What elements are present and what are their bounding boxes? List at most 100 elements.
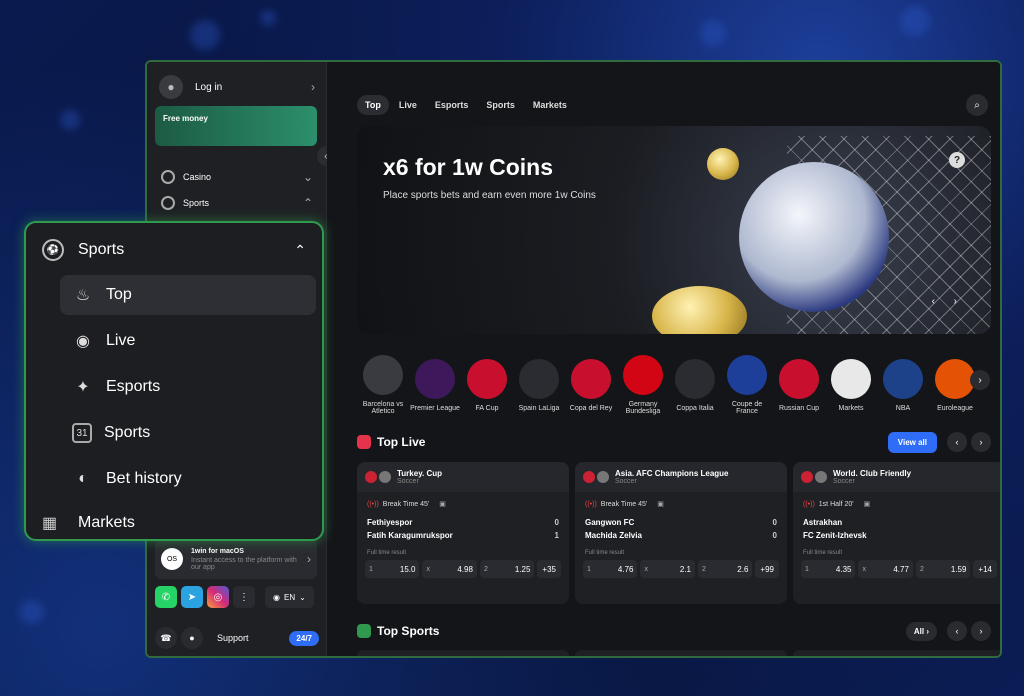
odds-button[interactable]: 2 2.6 (697, 560, 753, 578)
odds-value: 4.35 (835, 564, 852, 574)
language-select[interactable]: ◉ EN ⌄ (265, 586, 314, 608)
prev-button[interactable]: ‹ (947, 432, 967, 452)
menu-item-markets[interactable]: ▦ Markets (42, 513, 135, 533)
team-logo-icon (379, 471, 391, 483)
league-label: NBA (895, 404, 911, 412)
live-icon: ((•)) (585, 500, 597, 508)
live-match-card[interactable]: World. Club Friendly Soccer ((•)) 1st Half … (793, 462, 1000, 604)
odds-button[interactable]: 1 4.35 (801, 560, 856, 578)
chevron-down-icon: ⌄ (299, 592, 306, 602)
sports-menu-header[interactable]: ⚽ Sports ⌃ (42, 237, 306, 263)
prev-button[interactable]: ‹ (947, 621, 967, 641)
sidebar-item-sports[interactable]: Sports ⌃ (155, 191, 319, 215)
sidebar-item-casino[interactable]: Casino ⌄ (155, 165, 319, 189)
league-item[interactable]: FA Cup (461, 358, 513, 412)
tab-markets[interactable]: Markets (525, 95, 575, 115)
live-match-card[interactable]: Turkey. Cup Soccer ((•)) Break Time 45' ▣ Fet… (357, 462, 569, 604)
odds-value: 4.77 (893, 564, 909, 574)
league-logo-icon (571, 358, 611, 399)
odds-button[interactable]: 1 15.0 (365, 560, 420, 578)
odds-button[interactable]: 1 4.76 (583, 560, 638, 578)
markets-icon: ▦ (42, 515, 58, 532)
live-match-card[interactable]: Asia. AFC Champions League Soccer ((•)) Bre… (575, 462, 787, 604)
sidebar-item-label: Casino (183, 172, 212, 182)
search-icon: ⌕ (974, 99, 980, 111)
support-row[interactable]: ☎ ● Support 24/7 (155, 625, 319, 651)
coins-icon: ◐ (78, 470, 88, 487)
league-item[interactable]: Germany Bundesliga (617, 355, 669, 415)
free-money-banner[interactable]: Free money (155, 106, 317, 146)
sport-card[interactable] (357, 650, 569, 656)
league-label: FA Cup (475, 404, 499, 412)
odds-button[interactable]: 2 1.59 (915, 560, 971, 578)
view-all-button[interactable]: View all (887, 431, 937, 453)
chat-icon[interactable]: ● (181, 627, 203, 649)
league-item[interactable]: Spain LaLiga (513, 358, 565, 412)
league-name: World. Club Friendly (833, 469, 912, 478)
search-button[interactable]: ⌕ (966, 94, 988, 116)
league-carousel: Barcelona vs Atletico Premier League FA Cu… (357, 350, 997, 420)
league-item[interactable]: Copa del Rey (565, 358, 617, 412)
tab-esports[interactable]: Esports (427, 95, 477, 115)
fire-icon: ♨ (75, 287, 91, 304)
tab-sports[interactable]: Sports (478, 95, 523, 115)
sidebar-item-label: Sports (183, 198, 210, 208)
menu-item-live[interactable]: ◉ Live (60, 321, 316, 361)
sport-card[interactable] (575, 650, 787, 656)
more-markets-button[interactable]: +14 (973, 560, 997, 578)
next-button[interactable]: › (971, 621, 991, 641)
main-content: Top Live Esports Sports Markets ⌕ x6 for… (327, 62, 1000, 656)
banner-prev-icon[interactable]: ‹ (932, 296, 935, 307)
league-item[interactable]: Premier League (409, 358, 461, 412)
odds-value: 15.0 (399, 564, 416, 574)
all-button[interactable]: All › (905, 621, 937, 641)
odds-key: x (862, 565, 866, 573)
login-row[interactable]: ● Log in › (155, 72, 319, 102)
tab-live[interactable]: Live (391, 95, 425, 115)
macos-app-card[interactable]: OS 1win for macOS Instant access to the … (155, 539, 317, 579)
promo-banner[interactable]: x6 for 1w Coins Place sports bets and ea… (357, 126, 991, 334)
banner-next-icon[interactable]: › (954, 296, 957, 307)
sport-card[interactable] (793, 650, 1000, 656)
league-item[interactable]: Coppa Italia (669, 358, 721, 412)
odds-key: 1 (805, 565, 809, 573)
league-item[interactable]: Markets (825, 358, 877, 412)
macos-title: 1win for macOS (191, 547, 244, 555)
carousel-next-button[interactable]: › (970, 370, 990, 390)
whatsapp-icon[interactable]: ✆ (155, 586, 177, 608)
all-label: All (913, 626, 925, 636)
league-item[interactable]: Russian Cup (773, 358, 825, 412)
team-name: Machida Zelvia (585, 531, 642, 540)
team-score: 0 (772, 531, 777, 540)
odds-value: 2.6 (737, 564, 749, 574)
chevron-up-icon: ⌃ (294, 241, 306, 258)
tab-top[interactable]: Top (357, 95, 389, 115)
team-logo-icon (583, 471, 595, 483)
next-button[interactable]: › (971, 432, 991, 452)
team-name: Fatih Karagumrukspor (367, 531, 453, 540)
free-money-label: Free money (163, 114, 208, 123)
gamepad-icon: ✦ (76, 379, 90, 396)
odds-button[interactable]: x 2.1 (640, 560, 695, 578)
banner-subtitle: Place sports bets and earn even more 1w … (383, 190, 596, 201)
telegram-icon[interactable]: ➤ (181, 586, 203, 608)
menu-item-sports[interactable]: 31 Sports (60, 413, 316, 453)
league-label: Euroleague (937, 404, 973, 412)
menu-item-esports[interactable]: ✦ Esports (60, 367, 316, 407)
more-icon[interactable]: ⋮ (233, 586, 255, 608)
odds-row: 1 4.76 x 2.1 2 2.6 +99 (575, 560, 787, 578)
menu-item-bet-history[interactable]: ◐ Bet history (60, 459, 316, 499)
league-item[interactable]: Barcelona vs Atletico (357, 355, 409, 415)
odds-button[interactable]: 2 1.25 (479, 560, 535, 578)
league-item[interactable]: Coupe de France (721, 355, 773, 415)
league-item[interactable]: NBA (877, 358, 929, 412)
odds-button[interactable]: x 4.98 (422, 560, 477, 578)
help-icon[interactable]: ? (949, 152, 965, 168)
more-markets-button[interactable]: +99 (755, 560, 779, 578)
odds-button[interactable]: x 4.77 (858, 560, 913, 578)
league-logo-icon (831, 358, 871, 399)
menu-item-top[interactable]: ♨ Top (60, 275, 316, 315)
phone-icon[interactable]: ☎ (155, 627, 177, 649)
more-markets-button[interactable]: +35 (537, 560, 561, 578)
instagram-icon[interactable]: ◎ (207, 586, 229, 608)
